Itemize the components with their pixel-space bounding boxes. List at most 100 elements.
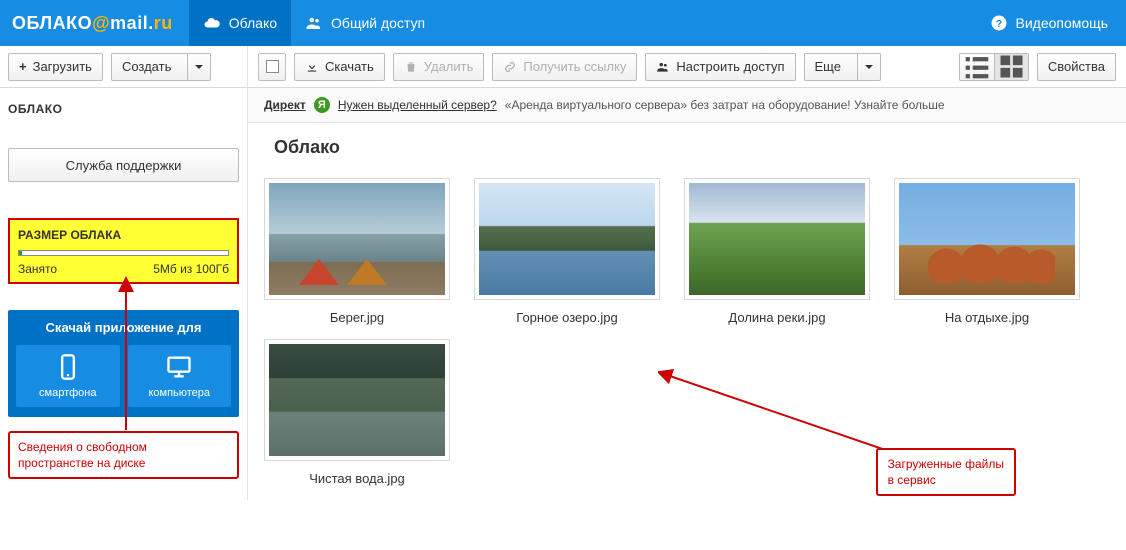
properties-button[interactable]: Свойства <box>1037 53 1116 81</box>
file-item[interactable]: Горное озеро.jpg <box>474 178 660 325</box>
list-icon <box>960 53 994 81</box>
annotation1-line2: пространстве на диске <box>18 456 145 470</box>
file-thumb <box>264 339 450 461</box>
annotation-box-2: Загруженные файлы в сервис <box>876 448 1016 496</box>
help-button[interactable]: ? Видеопомощь <box>972 0 1126 46</box>
create-label: Создать <box>122 59 171 74</box>
svg-text:?: ? <box>995 18 1001 30</box>
file-name: Чистая вода.jpg <box>309 471 405 486</box>
tab-cloud-label: Облако <box>229 15 277 31</box>
trash-icon <box>404 60 418 74</box>
storage-box: РАЗМЕР ОБЛАКА Занято 5Мб из 100Гб <box>8 218 239 284</box>
storage-used-value: 5Мб из 100Гб <box>153 262 229 276</box>
more-label: Еще <box>815 59 841 74</box>
file-image <box>269 344 445 456</box>
ad-direkt-link[interactable]: Директ <box>264 98 306 112</box>
file-name: Долина реки.jpg <box>728 310 825 325</box>
storage-fill <box>19 251 22 255</box>
promo-computer-button[interactable]: компьютера <box>128 345 232 407</box>
storage-row: Занято 5Мб из 100Гб <box>18 262 229 276</box>
storage-used-label: Занято <box>18 262 57 276</box>
properties-label: Свойства <box>1048 59 1105 74</box>
cloud-icon <box>203 14 221 32</box>
view-toggle <box>959 53 1029 81</box>
main-columns: ОБЛАКО Служба поддержки РАЗМЕР ОБЛАКА За… <box>0 88 1126 500</box>
upload-button[interactable]: + Загрузить <box>8 53 103 81</box>
people-icon <box>305 14 323 32</box>
view-grid-button[interactable] <box>994 54 1028 80</box>
ad-bar: Директ Я Нужен выделенный сервер? «Аренд… <box>248 88 1126 123</box>
delete-label: Удалить <box>424 59 474 74</box>
gallery-wrap: Берег.jpg Горное озеро.jpg Долина реки.jpg… <box>248 168 1126 500</box>
file-image <box>689 183 865 295</box>
storage-title: РАЗМЕР ОБЛАКА <box>18 228 229 242</box>
tab-share-label: Общий доступ <box>331 15 425 31</box>
support-button[interactable]: Служба поддержки <box>8 148 239 182</box>
file-image <box>269 183 445 295</box>
file-image <box>479 183 655 295</box>
logo-text: ОБЛАКО <box>12 13 92 34</box>
get-link-button[interactable]: Получить ссылку <box>492 53 637 81</box>
header-spacer <box>439 0 971 46</box>
help-icon: ? <box>990 14 1008 32</box>
set-access-label: Настроить доступ <box>676 59 784 74</box>
support-label: Служба поддержки <box>66 158 182 173</box>
logo-ru: ru <box>154 13 173 34</box>
tab-cloud[interactable]: Облако <box>189 0 291 46</box>
grid-icon <box>995 53 1028 81</box>
select-all-checkbox[interactable] <box>258 53 286 81</box>
content: Директ Я Нужен выделенный сервер? «Аренд… <box>247 88 1126 500</box>
file-thumb <box>684 178 870 300</box>
download-button[interactable]: Скачать <box>294 53 385 81</box>
promo-smartphone-label: смартфона <box>39 387 96 399</box>
get-link-label: Получить ссылку <box>523 59 626 74</box>
annotation1-line1: Сведения о свободном <box>18 440 147 454</box>
monitor-icon <box>165 353 193 381</box>
annotation-arrow-1 <box>116 280 136 440</box>
logo-at: @ <box>92 13 110 34</box>
annotation2-line1: Загруженные файлы <box>888 457 1004 471</box>
top-header: ОБЛАКО @ mail . ru Облако Общий доступ ?… <box>0 0 1126 46</box>
ad-link[interactable]: Нужен выделенный сервер? <box>338 98 497 112</box>
more-button[interactable]: Еще <box>804 53 881 81</box>
file-item[interactable]: Чистая вода.jpg <box>264 339 450 486</box>
create-caret[interactable] <box>187 54 210 80</box>
file-name: Берег.jpg <box>330 310 384 325</box>
download-label: Скачать <box>325 59 374 74</box>
sidebar: ОБЛАКО Служба поддержки РАЗМЕР ОБЛАКА За… <box>0 88 247 500</box>
file-name: Горное озеро.jpg <box>516 310 617 325</box>
upload-label: Загрузить <box>33 59 92 74</box>
file-name: На отдыхе.jpg <box>945 310 1029 325</box>
tab-share[interactable]: Общий доступ <box>291 0 439 46</box>
file-image <box>899 183 1075 295</box>
create-button[interactable]: Создать <box>111 53 211 81</box>
promo-smartphone-button[interactable]: смартфона <box>16 345 120 407</box>
file-thumb <box>264 178 450 300</box>
link-icon <box>503 60 517 74</box>
file-thumb <box>894 178 1080 300</box>
file-item[interactable]: На отдыхе.jpg <box>894 178 1080 325</box>
people-small-icon <box>656 60 670 74</box>
help-label: Видеопомощь <box>1016 15 1109 31</box>
logo[interactable]: ОБЛАКО @ mail . ru <box>0 0 189 46</box>
sidebar-title: ОБЛАКО <box>8 102 239 116</box>
more-caret[interactable] <box>857 54 880 80</box>
content-title: Облако <box>248 123 1126 168</box>
file-item[interactable]: Долина реки.jpg <box>684 178 870 325</box>
file-item[interactable]: Берег.jpg <box>264 178 450 325</box>
delete-button[interactable]: Удалить <box>393 53 485 81</box>
ad-badge-icon: Я <box>314 97 330 113</box>
ad-text: «Аренда виртуального сервера» без затрат… <box>505 98 945 112</box>
annotation2-line2: в сервис <box>888 473 936 487</box>
smartphone-icon <box>54 353 82 381</box>
download-icon <box>305 60 319 74</box>
file-thumb <box>474 178 660 300</box>
set-access-button[interactable]: Настроить доступ <box>645 53 795 81</box>
logo-mail: mail <box>110 13 148 34</box>
toolbar: + Загрузить Создать Скачать Удалить Полу… <box>0 46 1126 88</box>
promo-computer-label: компьютера <box>148 387 210 399</box>
storage-wrap: РАЗМЕР ОБЛАКА Занято 5Мб из 100Гб <box>8 218 239 284</box>
toolbar-left: + Загрузить Создать <box>0 53 247 81</box>
view-list-button[interactable] <box>960 54 994 80</box>
toolbar-right: Скачать Удалить Получить ссылку Настроит… <box>247 46 1126 87</box>
